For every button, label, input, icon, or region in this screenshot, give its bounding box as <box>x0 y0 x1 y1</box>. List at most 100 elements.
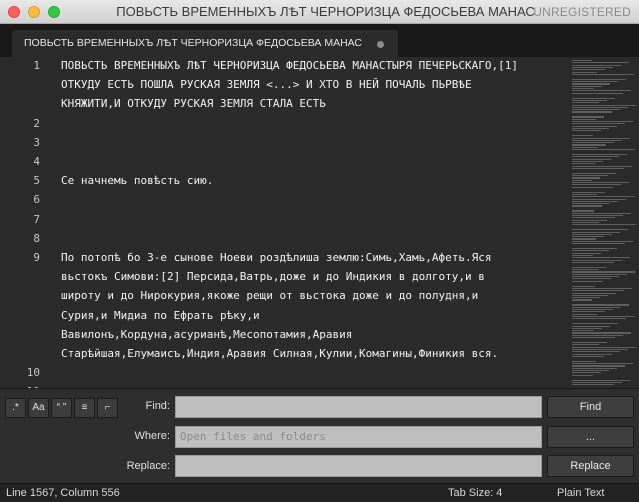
minimap-line <box>572 111 612 113</box>
minimap-line <box>572 60 592 62</box>
status-bar: Line 1567, Column 556 Tab Size: 4 Plain … <box>0 483 639 502</box>
minimap-line <box>572 81 618 83</box>
code-line: Старѣйшая,Елумаисъ,Индия,Аравия Силная,К… <box>61 347 499 360</box>
minimap-line <box>572 337 615 339</box>
minimap-line <box>572 231 620 233</box>
line-number: 5 <box>33 174 40 188</box>
line-number: 3 <box>33 135 40 149</box>
minimap[interactable] <box>568 57 639 388</box>
minimap-line <box>572 342 607 344</box>
minimap-line <box>572 200 618 202</box>
minimap-line <box>572 261 614 263</box>
minimap-line <box>572 215 623 217</box>
minimap-line <box>572 163 595 165</box>
minimap-line <box>572 196 634 198</box>
minimap-line <box>572 172 616 174</box>
lines-icon: ≡ <box>81 402 88 413</box>
minimap-line <box>572 90 631 92</box>
minimap-line <box>572 344 599 346</box>
minimap-line <box>572 179 592 181</box>
minimap-line <box>572 121 633 123</box>
minimap-line <box>572 116 604 118</box>
minimap-line <box>572 73 634 75</box>
tab-size-indicator[interactable]: Tab Size: 4 <box>448 487 502 499</box>
find-button[interactable]: Find <box>547 396 634 418</box>
minimap-line <box>572 109 620 111</box>
minimap-line <box>572 374 593 376</box>
replace-label: Replace: <box>126 460 170 472</box>
minimap-line <box>572 313 597 315</box>
minimap-line <box>572 146 598 148</box>
replace-input[interactable] <box>175 455 542 477</box>
minimap-line <box>572 167 624 169</box>
minimap-line <box>572 381 622 384</box>
minimap-line <box>572 252 601 254</box>
minimap-line <box>572 269 598 271</box>
find-input[interactable] <box>175 396 542 418</box>
syntax-indicator[interactable]: Plain Text <box>557 487 605 499</box>
minimap-line <box>572 182 629 184</box>
minimap-line <box>572 379 630 381</box>
minimap-line <box>572 280 603 282</box>
file-tab[interactable]: ПОВЬСТЬ ВРЕМЕННЫХЪ ЛѢТ ЧЕРНОРИЗЦА ФЕДОСЬ… <box>12 30 398 57</box>
wrap-toggle[interactable]: ⌐ <box>97 398 118 418</box>
minimap-line <box>572 158 611 160</box>
minimap-line <box>572 348 628 351</box>
replace-button[interactable]: Replace <box>547 455 634 477</box>
minimap-line <box>572 240 633 242</box>
minimap-line <box>572 334 623 336</box>
whole-word-toggle[interactable]: “ ” <box>51 398 72 418</box>
minimap-line <box>572 123 625 125</box>
minimap-line <box>572 221 599 224</box>
code-line: вьстокъ Симови:[2] Персида,Ватрь,доже и … <box>61 270 485 284</box>
minimap-line <box>572 193 597 196</box>
minimap-line <box>572 306 621 308</box>
minimap-line <box>572 64 621 66</box>
minimap-line <box>572 139 622 141</box>
minimap-line <box>572 351 620 353</box>
minimap-line <box>572 203 610 205</box>
case-icon: Aa <box>32 402 45 413</box>
in-selection-toggle[interactable]: ≡ <box>74 398 95 418</box>
minimap-line <box>572 360 596 362</box>
minimap-line <box>572 315 634 318</box>
regex-toggle[interactable]: .* <box>5 398 26 418</box>
code-line: Вавилонъ,Кордуна,асуриaнѣ,Месопотамия,Ар… <box>61 327 353 341</box>
minimap-line <box>572 271 635 273</box>
where-label: Where: <box>134 430 170 442</box>
minimap-line <box>572 118 596 120</box>
minimap-line <box>572 71 597 73</box>
minimap-line <box>572 156 619 158</box>
line-number: 9 <box>33 251 40 264</box>
minimap-line <box>572 323 618 325</box>
minimap-line <box>572 363 633 365</box>
minimap-line <box>572 184 621 186</box>
minimap-line <box>572 266 606 268</box>
minimap-line <box>572 250 609 252</box>
minimap-line <box>572 243 625 245</box>
tab-label: ПОВЬСТЬ ВРЕМЕННЫХЪ ЛѢТ ЧЕРНОРИЗЦА ФЕДОСЬ… <box>24 37 363 49</box>
minimap-line <box>572 125 617 127</box>
minimap-line <box>572 229 628 231</box>
minimap-line <box>572 327 602 329</box>
case-sensitive-toggle[interactable]: Aa <box>28 398 49 418</box>
minimap-line <box>572 259 622 261</box>
editor[interactable]: 12345678910111213 ПОВЬСТЬ ВРЕМЕННЫХЪ ЛѢТ… <box>0 57 639 388</box>
minimap-line <box>572 137 630 139</box>
quote-icon: “ ” <box>56 402 67 413</box>
minimap-line <box>572 62 629 64</box>
minimap-line <box>572 160 603 163</box>
minimap-line <box>572 154 627 156</box>
minimap-line <box>572 212 631 214</box>
wrap-icon: ⌐ <box>104 402 111 413</box>
minimap-line <box>572 88 594 90</box>
minimap-line <box>572 186 613 188</box>
minimap-line <box>572 384 614 386</box>
where-input[interactable]: Open files and folders <box>175 426 542 448</box>
unsaved-dot-icon[interactable] <box>377 41 384 48</box>
minimap-line <box>572 66 613 69</box>
minimap-line <box>572 149 635 151</box>
where-browse-button[interactable]: ... <box>547 426 634 448</box>
minimap-line <box>572 325 610 327</box>
minimap-line <box>572 287 632 290</box>
